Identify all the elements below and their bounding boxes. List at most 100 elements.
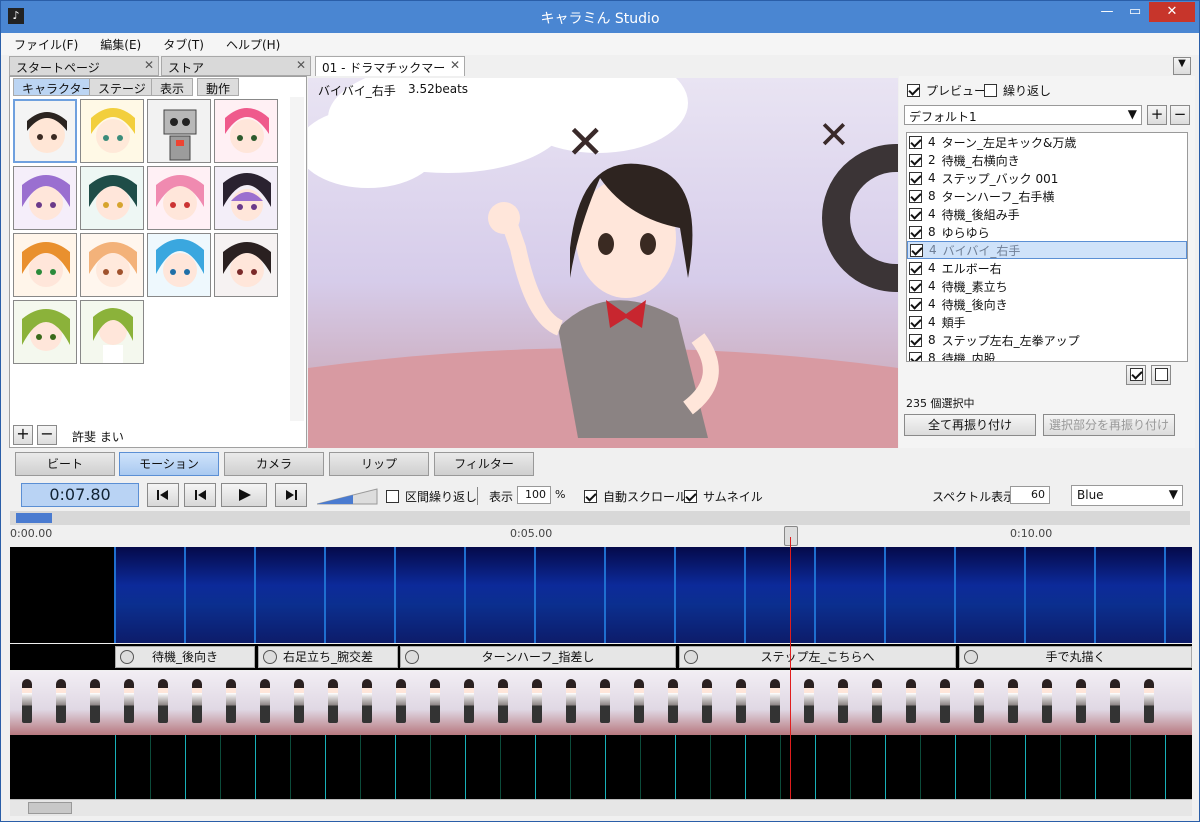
playhead-handle[interactable] bbox=[784, 526, 798, 546]
tab-list-dropdown[interactable]: ▼ bbox=[1173, 57, 1191, 75]
close-icon[interactable]: ✕ bbox=[450, 58, 460, 72]
motion-checkbox[interactable] bbox=[909, 333, 922, 347]
avatar[interactable] bbox=[147, 233, 211, 297]
motion-checkbox[interactable] bbox=[909, 279, 922, 293]
avatar[interactable] bbox=[13, 300, 77, 364]
motion-checkbox[interactable] bbox=[909, 261, 922, 275]
close-icon[interactable]: ✕ bbox=[144, 58, 154, 72]
menu-help[interactable]: ヘルプ(H) bbox=[213, 33, 289, 53]
avatar[interactable] bbox=[80, 99, 144, 163]
uncheck-all-button[interactable] bbox=[1151, 365, 1171, 385]
preview-checkbox[interactable] bbox=[907, 84, 920, 97]
add-character-button[interactable]: + bbox=[13, 425, 33, 445]
avatar[interactable] bbox=[80, 166, 144, 230]
close-button[interactable]: ✕ bbox=[1149, 2, 1195, 22]
remove-preset-button[interactable]: − bbox=[1170, 105, 1190, 125]
motion-checkbox[interactable] bbox=[910, 243, 923, 257]
motion-checkbox[interactable] bbox=[909, 207, 922, 221]
tab-filter[interactable]: フィルター bbox=[434, 452, 534, 476]
tab-beat[interactable]: ビート bbox=[15, 452, 115, 476]
avatar[interactable] bbox=[147, 99, 211, 163]
spectrogram[interactable] bbox=[10, 547, 1192, 643]
reassign-selected-button[interactable]: 選択部分を再振り付け bbox=[1043, 414, 1175, 436]
scroll-thumb[interactable] bbox=[28, 802, 72, 814]
motion-clip[interactable]: 右足立ち_腕交差 bbox=[258, 646, 398, 668]
motion-checkbox[interactable] bbox=[909, 189, 922, 203]
color-select[interactable]: Blue ▼ bbox=[1071, 485, 1183, 506]
repeat-checkbox[interactable] bbox=[984, 84, 997, 97]
motion-checkbox[interactable] bbox=[909, 171, 922, 185]
tab-project[interactable]: 01 - ドラマチックマーケ…✕ bbox=[315, 56, 465, 92]
motion-checkbox[interactable] bbox=[909, 315, 922, 329]
maximize-button[interactable]: ▭ bbox=[1121, 2, 1149, 22]
motion-checkbox[interactable] bbox=[909, 351, 922, 361]
volume-slider[interactable] bbox=[317, 487, 379, 505]
thumbnail-checkbox[interactable] bbox=[684, 490, 697, 503]
overview-bar[interactable] bbox=[10, 511, 1190, 525]
menu-tab[interactable]: タブ(T) bbox=[150, 33, 213, 53]
motion-list-item[interactable]: 4 待機_後向き bbox=[907, 295, 1187, 313]
motion-list-item[interactable]: 4 頬手 bbox=[907, 313, 1187, 331]
autoscroll-checkbox[interactable] bbox=[584, 490, 597, 503]
avatar[interactable] bbox=[80, 300, 144, 364]
tab-motion[interactable]: モーション bbox=[119, 452, 219, 476]
motion-clip[interactable]: ターンハーフ_指差し bbox=[400, 646, 676, 668]
menu-edit[interactable]: 編集(E) bbox=[87, 33, 150, 53]
avatar[interactable] bbox=[13, 233, 77, 297]
tab-lip[interactable]: リップ bbox=[329, 452, 429, 476]
motion-list-item[interactable]: 4 ターン_左足キック&万歳 bbox=[907, 133, 1187, 151]
zoom-input[interactable]: 100 bbox=[517, 486, 551, 504]
motion-checkbox[interactable] bbox=[909, 135, 922, 149]
avatar[interactable] bbox=[147, 166, 211, 230]
motion-clip[interactable]: 手で丸描く bbox=[959, 646, 1192, 668]
tab-start-page[interactable]: スタートページ ✕ bbox=[9, 56, 159, 76]
motion-list-item[interactable]: 8 ターンハーフ_右手横 bbox=[907, 187, 1187, 205]
loop-range-checkbox[interactable] bbox=[386, 490, 399, 503]
check-all-button[interactable] bbox=[1126, 365, 1146, 385]
motion-list-item[interactable]: 8 待機_内股 bbox=[907, 349, 1187, 361]
avatar[interactable] bbox=[214, 166, 278, 230]
avatar[interactable] bbox=[13, 99, 77, 163]
close-icon[interactable]: ✕ bbox=[296, 58, 306, 72]
motion-list-item[interactable]: 4 ステップ_バック 001 bbox=[907, 169, 1187, 187]
overview-thumb[interactable] bbox=[16, 513, 52, 523]
motion-clip[interactable]: 待機_後向き bbox=[115, 646, 255, 668]
autoscroll-toggle[interactable]: 自動スクロール bbox=[584, 488, 687, 505]
motion-list-item[interactable]: 4 バイバイ_右手 bbox=[907, 241, 1187, 259]
avatar[interactable] bbox=[13, 166, 77, 230]
timeline-ruler[interactable]: 0:00.00 0:05.00 0:10.00 bbox=[10, 511, 1190, 546]
add-preset-button[interactable]: + bbox=[1147, 105, 1167, 125]
timeline-scrollbar[interactable] bbox=[10, 799, 1192, 816]
motion-list-item[interactable]: 8 ステップ左右_左拳アップ bbox=[907, 331, 1187, 349]
minimize-button[interactable]: — bbox=[1093, 2, 1121, 22]
motion-list-item[interactable]: 8 ゆらゆら bbox=[907, 223, 1187, 241]
loop-range-toggle[interactable]: 区間繰り返し bbox=[386, 488, 477, 505]
thumbnail-toggle[interactable]: サムネイル bbox=[684, 488, 763, 505]
3d-viewport[interactable]: ✕ ✕ バイバイ_右手 3.52beats bbox=[308, 78, 898, 448]
spectrum-input[interactable]: 60 bbox=[1010, 486, 1050, 504]
tab-store[interactable]: ストア ✕ bbox=[161, 56, 311, 76]
preview-toggle[interactable]: プレビュー bbox=[907, 82, 986, 99]
thumbnail-track[interactable] bbox=[10, 671, 1192, 735]
repeat-toggle[interactable]: 繰り返し bbox=[984, 82, 1051, 99]
motion-clip[interactable]: ステップ左_こちらへ bbox=[679, 646, 956, 668]
motion-list-item[interactable]: 4 待機_後組み手 bbox=[907, 205, 1187, 223]
avatar[interactable] bbox=[80, 233, 144, 297]
motion-checkbox[interactable] bbox=[909, 297, 922, 311]
motion-list-item[interactable]: 4 エルボー右 bbox=[907, 259, 1187, 277]
play-button[interactable] bbox=[221, 483, 267, 507]
prev-button[interactable] bbox=[184, 483, 216, 507]
character-scrollbar[interactable] bbox=[290, 97, 304, 421]
menu-file[interactable]: ファイル(F) bbox=[1, 33, 87, 53]
tab-camera[interactable]: カメラ bbox=[224, 452, 324, 476]
subtab-action[interactable]: 動作 bbox=[197, 78, 240, 96]
motion-list-item[interactable]: 4 待機_素立ち bbox=[907, 277, 1187, 295]
go-start-button[interactable] bbox=[147, 483, 179, 507]
reassign-all-button[interactable]: 全て再振り付け bbox=[904, 414, 1036, 436]
motion-list-item[interactable]: 2 待機_右横向き bbox=[907, 151, 1187, 169]
beat-track[interactable] bbox=[10, 735, 1192, 799]
avatar[interactable] bbox=[214, 99, 278, 163]
preset-select[interactable]: デフォルト1 ▼ bbox=[904, 105, 1142, 125]
avatar[interactable] bbox=[214, 233, 278, 297]
subtab-stage[interactable]: ステージ bbox=[89, 78, 155, 96]
